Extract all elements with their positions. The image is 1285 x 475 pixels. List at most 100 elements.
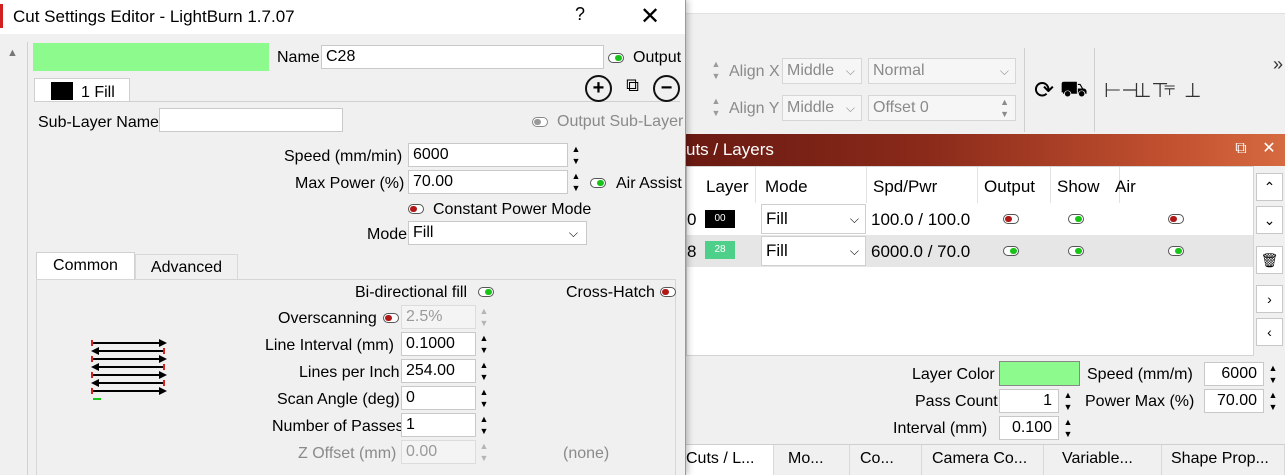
align-y-value: Middle xyxy=(787,99,835,116)
tab-variable-text[interactable]: Variable... xyxy=(1044,445,1162,475)
align-x-spinner-icon[interactable]: ▲ ▼ xyxy=(710,58,722,84)
max-power-input[interactable]: 70.00 xyxy=(408,170,568,194)
scan-angle-spinner-icon[interactable]: ▲ ▼ xyxy=(477,386,491,410)
pass-count-field[interactable]: 1 xyxy=(999,389,1059,413)
align-top-icon[interactable]: ⫧ xyxy=(1164,78,1175,101)
layer-number: 0 xyxy=(687,210,697,229)
sublayer-tab[interactable]: 1 Fill xyxy=(34,78,130,102)
pass-count-spinner-icon[interactable]: ▲ ▼ xyxy=(1061,389,1075,413)
header-layer: Layer xyxy=(706,177,749,196)
header-show: Show xyxy=(1057,177,1100,196)
tab-advanced[interactable]: Advanced xyxy=(135,254,238,282)
add-sublayer-icon[interactable]: + xyxy=(585,75,612,102)
next-button[interactable]: › xyxy=(1256,285,1283,313)
speed-spinner-icon[interactable]: ▲ ▼ xyxy=(1266,362,1280,386)
move-down-button[interactable]: ⌄ xyxy=(1256,206,1283,234)
power-max-spinner-icon[interactable]: ▲ ▼ xyxy=(1266,389,1280,413)
lpi-spinner-icon[interactable]: ▲ ▼ xyxy=(477,359,491,383)
crosshatch-toggle[interactable] xyxy=(660,287,676,297)
overflow-chevron-icon[interactable]: » xyxy=(1273,54,1283,75)
tab-common[interactable]: Common xyxy=(36,252,135,280)
align-x-label: Align X xyxy=(729,63,780,80)
interval-spinner-icon[interactable]: ▲ ▼ xyxy=(1061,416,1075,440)
rotate-icon[interactable]: ⟳ xyxy=(1034,76,1054,105)
name-input[interactable]: C28 xyxy=(321,45,604,69)
speed-spinner-icon[interactable]: ▲ ▼ xyxy=(569,143,583,167)
show-toggle[interactable] xyxy=(1068,246,1084,256)
overscanning-input[interactable]: 2.5% xyxy=(401,305,476,329)
tab-camera-control[interactable]: Camera Co... xyxy=(922,445,1044,475)
remove-sublayer-icon[interactable]: − xyxy=(653,75,680,102)
header-mode: Mode xyxy=(765,177,808,196)
table-row-selected[interactable]: 8 28 Fill ⌵ 6000.0 / 70.0 xyxy=(687,235,1253,267)
previous-button[interactable]: ‹ xyxy=(1256,318,1283,346)
constant-power-toggle[interactable] xyxy=(408,204,424,214)
scroll-up-icon[interactable]: ▲ xyxy=(7,47,18,59)
output-toggle[interactable] xyxy=(1003,246,1019,256)
power-max-label: Power Max (%) xyxy=(1085,393,1195,410)
air-toggle[interactable] xyxy=(1168,214,1184,224)
left-scrollbar[interactable]: ▲ xyxy=(0,42,28,475)
crosshatch-label: Cross-Hatch xyxy=(566,284,655,301)
overscanning-toggle[interactable] xyxy=(383,313,399,323)
max-power-spinner-icon[interactable]: ▲ ▼ xyxy=(569,170,583,194)
output-toggle[interactable] xyxy=(1003,214,1019,224)
close-button[interactable]: ✕ xyxy=(636,2,664,31)
output-toggle[interactable] xyxy=(608,53,624,63)
overscanning-spinner-icon[interactable]: ▲ ▼ xyxy=(477,305,491,329)
layer-mode-select[interactable]: Fill ⌵ xyxy=(761,236,866,266)
dialog-titlebar: Cut Settings Editor - LightBurn 1.7.07 ?… xyxy=(0,0,685,34)
top-strip xyxy=(686,0,1285,14)
dialog-title: Cut Settings Editor - LightBurn 1.7.07 xyxy=(13,7,295,26)
passes-input[interactable]: 1 xyxy=(401,413,476,437)
show-toggle[interactable] xyxy=(1068,214,1084,224)
chevron-down-icon: ⌵ xyxy=(568,226,578,240)
speed-field[interactable]: 6000 xyxy=(1204,362,1264,386)
toolbar-separator xyxy=(1024,48,1025,132)
air-assist-toggle[interactable] xyxy=(590,178,606,188)
name-label: Name xyxy=(277,49,320,66)
output-sublayer-label: Output Sub-Layer xyxy=(557,113,684,130)
align-y-select[interactable]: Middle ⌵ xyxy=(782,95,862,121)
power-max-field[interactable]: 70.00 xyxy=(1204,389,1264,413)
tab-shape-properties[interactable]: Shape Prop... xyxy=(1162,445,1285,475)
close-panel-icon[interactable]: ✕ xyxy=(1258,138,1280,160)
header-spd-pwr: Spd/Pwr xyxy=(873,177,938,196)
align-x-select[interactable]: Middle ⌵ xyxy=(782,58,862,84)
laser-head-icon[interactable]: ⛟ xyxy=(1060,76,1088,105)
output-sublayer-toggle[interactable] xyxy=(532,117,548,127)
z-offset-input[interactable]: 0.00 xyxy=(401,440,476,464)
normal-select[interactable]: Normal ⌵ xyxy=(868,58,1016,84)
layer-color-bar[interactable] xyxy=(33,43,269,71)
sublayer-name-input[interactable] xyxy=(159,108,343,132)
layers-panel-title: uts / Layers ⧉ ✕ xyxy=(686,134,1285,166)
copy-sublayer-icon[interactable]: ⧉ xyxy=(619,75,646,102)
delete-layer-button[interactable]: 🗑 xyxy=(1256,246,1283,274)
passes-spinner-icon[interactable]: ▲ ▼ xyxy=(477,413,491,437)
speed-input[interactable]: 6000 xyxy=(408,143,568,167)
move-up-button[interactable]: ⌃ xyxy=(1256,173,1283,201)
tab-console[interactable]: Co... xyxy=(850,445,922,475)
tab-cuts-layers[interactable]: Cuts / L... xyxy=(686,445,774,475)
table-row[interactable]: 0 00 Fill ⌵ 100.0 / 100.0 xyxy=(687,203,1253,235)
pass-count-label: Pass Count xyxy=(915,393,998,410)
lpi-input[interactable]: 254.00 xyxy=(401,359,476,383)
layer-mode-select[interactable]: Fill ⌵ xyxy=(761,204,866,234)
mode-select[interactable]: Fill ⌵ xyxy=(408,221,587,245)
help-button[interactable]: ? xyxy=(570,4,590,25)
align-y-spinner-icon[interactable]: ▲ ▼ xyxy=(710,95,722,121)
header-separator xyxy=(977,167,978,203)
tab-move[interactable]: Mo... xyxy=(774,445,850,475)
app-icon xyxy=(0,4,3,28)
line-interval-input[interactable]: 0.1000 xyxy=(401,332,476,356)
offset-field[interactable]: Offset 0 ▲ ▼ xyxy=(868,95,1016,121)
air-toggle[interactable] xyxy=(1168,246,1184,256)
align-bottom-icon[interactable]: ⊥ xyxy=(1184,78,1201,103)
interval-field[interactable]: 0.100 xyxy=(999,416,1059,440)
z-offset-spinner-icon[interactable]: ▲ ▼ xyxy=(477,440,491,464)
float-window-icon[interactable]: ⧉ xyxy=(1230,138,1252,160)
bidirectional-toggle[interactable] xyxy=(478,287,494,297)
line-interval-spinner-icon[interactable]: ▲ ▼ xyxy=(477,332,491,356)
layer-color-swatch[interactable] xyxy=(999,361,1080,386)
scan-angle-input[interactable]: 0 xyxy=(401,386,476,410)
